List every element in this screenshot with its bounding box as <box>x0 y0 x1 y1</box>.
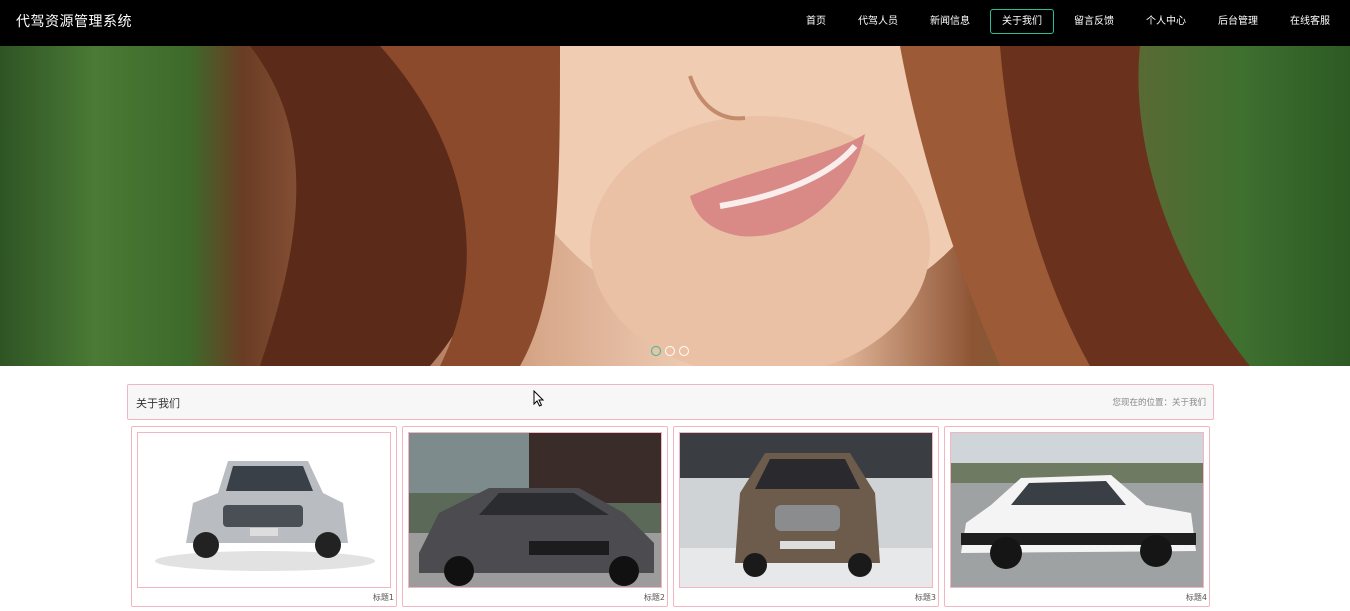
nav-user-center[interactable]: 个人中心 <box>1134 9 1198 34</box>
site-brand[interactable]: 代驾资源管理系统 <box>16 11 132 31</box>
white-coupe-photo <box>950 432 1204 588</box>
nav-feedback[interactable]: 留言反馈 <box>1062 9 1126 34</box>
carousel-indicators <box>651 346 689 356</box>
carousel-dot-3[interactable] <box>679 346 689 356</box>
gray-sedan-photo <box>408 432 662 588</box>
nav-news[interactable]: 新闻信息 <box>918 9 982 34</box>
card-caption[interactable]: 标题4 <box>1186 592 1207 603</box>
brown-mpv-photo <box>679 432 933 588</box>
section-header: 关于我们 您现在的位置：关于我们 <box>127 384 1214 420</box>
breadcrumb-prefix: 您现在的位置： <box>1112 398 1172 408</box>
hero-carousel[interactable] <box>0 46 1350 366</box>
about-card-3[interactable]: 标题3 <box>673 426 939 607</box>
nav-online-service[interactable]: 在线客服 <box>1278 9 1342 34</box>
nav-home[interactable]: 首页 <box>794 9 838 34</box>
mouse-cursor-icon <box>533 390 545 407</box>
breadcrumb-current[interactable]: 关于我们 <box>1172 398 1206 408</box>
nav-drivers[interactable]: 代驾人员 <box>846 9 910 34</box>
hero-photo <box>250 46 1250 366</box>
silver-suv-photo <box>137 432 391 588</box>
carousel-dot-2[interactable] <box>665 346 675 356</box>
carousel-dot-1[interactable] <box>651 346 661 356</box>
about-card-4[interactable]: 标题4 <box>944 426 1210 607</box>
nav-admin[interactable]: 后台管理 <box>1206 9 1270 34</box>
main-nav: 首页 代驾人员 新闻信息 关于我们 留言反馈 个人中心 后台管理 在线客服 <box>794 9 1350 34</box>
section-title: 关于我们 <box>136 397 180 410</box>
about-card-2[interactable]: 标题2 <box>402 426 668 607</box>
nav-about-us[interactable]: 关于我们 <box>990 9 1054 34</box>
card-caption[interactable]: 标题1 <box>373 592 394 603</box>
breadcrumb: 您现在的位置：关于我们 <box>1112 396 1206 408</box>
card-caption[interactable]: 标题3 <box>915 592 936 603</box>
top-navbar: 代驾资源管理系统 首页 代驾人员 新闻信息 关于我们 留言反馈 个人中心 后台管… <box>0 0 1350 46</box>
about-card-1[interactable]: 标题1 <box>131 426 397 607</box>
card-caption[interactable]: 标题2 <box>644 592 665 603</box>
